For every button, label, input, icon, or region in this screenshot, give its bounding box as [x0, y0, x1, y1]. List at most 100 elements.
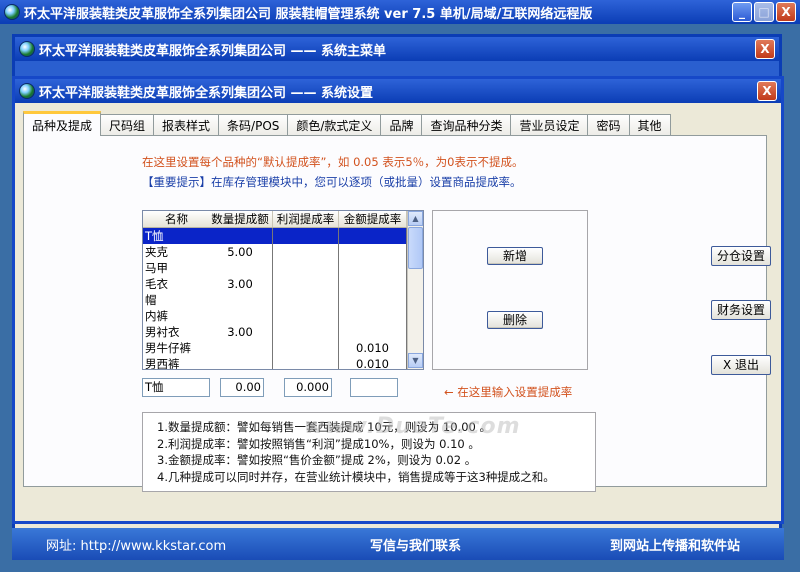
website-link[interactable]: 网址: http://www.kkstar.com: [46, 535, 226, 554]
menu-window-title: 环太平洋服装鞋类皮革服饰全系列集团公司 —— 系统主菜单: [39, 43, 387, 59]
edit-amount-field[interactable]: [350, 378, 398, 397]
hint-text: 在这里设置每个品种的“默认提成率”，如 0.05 表示5％，为0表示不提成。 【…: [142, 152, 523, 192]
dialog-title: 环太平洋服装鞋类皮革服饰全系列集团公司 —— 系统设置: [39, 85, 374, 101]
settings-dialog: 环太平洋服装鞋类皮革服饰全系列集团公司 —— 系统设置 X 品种及提成 尺码组 …: [12, 76, 784, 524]
warehouse-settings-button[interactable]: 分仓设置: [711, 246, 771, 266]
globe-icon: [4, 4, 20, 20]
settings-tabs: 品种及提成 尺码组 报表样式 条码/POS 颜色/款式定义 品牌 查询品种分类 …: [23, 111, 671, 136]
table-cell[interactable]: [208, 308, 273, 324]
hint-line-2: 【重要提示】在库存管理模块中，您可以逐项（或批量）设置商品提成率。: [142, 175, 522, 189]
scroll-down-arrow-icon[interactable]: ▼: [408, 353, 423, 368]
note-line: 3.金额提成率：譬如按照“售价金额”提成 2%，则设为 0.02 。: [157, 453, 477, 467]
delete-button[interactable]: 删除: [487, 311, 543, 329]
table-cell[interactable]: [208, 260, 273, 276]
globe-icon: [19, 83, 35, 99]
table-cell[interactable]: [273, 228, 339, 244]
main-close-button[interactable]: X: [776, 2, 796, 22]
table-row[interactable]: 内裤: [143, 308, 423, 324]
table-cell[interactable]: 0.010: [339, 356, 407, 369]
table-cell[interactable]: 毛衣: [143, 276, 208, 292]
input-tip: ← 在这里输入设置提成率: [444, 385, 573, 399]
main-window-title: 环太平洋服装鞋类皮革服饰全系列集团公司 服装鞋帽管理系统 ver 7.5 单机/…: [24, 6, 593, 22]
table-cell[interactable]: 夹克: [143, 244, 208, 260]
table-row[interactable]: 男西裤 0.010: [143, 356, 423, 369]
table-row[interactable]: T恤: [143, 228, 423, 244]
table-cell[interactable]: 男牛仔裤: [143, 340, 208, 356]
grid-body: T恤 夹克 5.00 马甲 毛衣 3.00 帽内裤 男衬衣 3.00 男牛仔裤 0.010 男西裤 0.…: [143, 228, 423, 369]
col-header-qty[interactable]: 数量提成额: [208, 211, 273, 227]
table-cell[interactable]: [339, 244, 407, 260]
table-cell[interactable]: 马甲: [143, 260, 208, 276]
col-header-name[interactable]: 名称: [143, 211, 208, 227]
add-button[interactable]: 新增: [487, 247, 543, 265]
col-header-profit[interactable]: 利润提成率: [273, 211, 339, 227]
note-line: 4.几种提成可以同时并存，在营业统计模块中，销售提成等于这3种提成之和。: [157, 469, 555, 484]
table-cell[interactable]: [208, 228, 273, 244]
table-cell[interactable]: [208, 356, 273, 369]
col-header-amount[interactable]: 金额提成率: [339, 211, 407, 227]
table-row[interactable]: 马甲: [143, 260, 423, 276]
finance-settings-button[interactable]: 财务设置: [711, 300, 771, 320]
tab-variety-commission[interactable]: 品种及提成: [23, 111, 102, 136]
website-goto-link[interactable]: 到网站上传播和软件站: [610, 535, 740, 554]
table-row[interactable]: 毛衣 3.00: [143, 276, 423, 292]
table-cell[interactable]: [273, 260, 339, 276]
scroll-up-arrow-icon[interactable]: ▲: [408, 211, 423, 226]
exit-button[interactable]: X 退出: [711, 355, 771, 375]
table-cell[interactable]: 5.00: [208, 244, 273, 260]
contact-link[interactable]: 写信与我们联系: [370, 535, 461, 554]
table-cell[interactable]: [339, 308, 407, 324]
table-cell[interactable]: 男西裤: [143, 356, 208, 369]
main-title-bar: 环太平洋服装鞋类皮革服饰全系列集团公司 服装鞋帽管理系统 ver 7.5 单机/…: [0, 0, 800, 24]
table-cell[interactable]: 3.00: [208, 276, 273, 292]
tab-query-category[interactable]: 查询品种分类: [421, 114, 512, 136]
table-cell[interactable]: 3.00: [208, 324, 273, 340]
tab-report-style[interactable]: 报表样式: [153, 114, 220, 136]
tab-salesperson[interactable]: 营业员设定: [510, 114, 589, 136]
table-cell[interactable]: [273, 340, 339, 356]
minimize-button[interactable]: _: [732, 2, 752, 22]
table-row[interactable]: 夹克 5.00: [143, 244, 423, 260]
tab-brand[interactable]: 品牌: [380, 114, 423, 136]
table-cell[interactable]: [339, 228, 407, 244]
table-row[interactable]: 男衬衣 3.00: [143, 324, 423, 340]
table-cell[interactable]: [273, 292, 339, 308]
grid-header: 名称 数量提成额 利润提成率 金额提成率: [143, 211, 423, 228]
menu-title-bar: 环太平洋服装鞋类皮革服饰全系列集团公司 —— 系统主菜单 X: [15, 37, 779, 61]
edit-qty-field[interactable]: 0.00: [220, 378, 264, 397]
dialog-close-button[interactable]: X: [757, 81, 777, 101]
hint-line-1: 在这里设置每个品种的“默认提成率”，如 0.05 表示5％，为0表示不提成。: [142, 155, 524, 169]
globe-icon: [19, 41, 35, 57]
tab-barcode-pos[interactable]: 条码/POS: [218, 114, 289, 136]
maximize-button[interactable]: □: [754, 2, 774, 22]
table-cell[interactable]: [273, 308, 339, 324]
table-cell[interactable]: [208, 340, 273, 356]
menu-close-button[interactable]: X: [755, 39, 775, 59]
tab-other[interactable]: 其他: [628, 114, 671, 136]
table-cell[interactable]: 帽: [143, 292, 208, 308]
table-row[interactable]: 男牛仔裤 0.010: [143, 340, 423, 356]
table-cell[interactable]: [339, 292, 407, 308]
tab-size-group[interactable]: 尺码组: [100, 114, 155, 136]
edit-profit-field[interactable]: 0.000: [284, 378, 332, 397]
table-cell[interactable]: [273, 324, 339, 340]
edit-name-field[interactable]: T恤: [142, 378, 210, 397]
table-cell[interactable]: T恤: [143, 228, 208, 244]
table-row[interactable]: 帽: [143, 292, 423, 308]
table-cell[interactable]: [339, 276, 407, 292]
tab-password[interactable]: 密码: [587, 114, 630, 136]
table-cell[interactable]: [273, 276, 339, 292]
table-cell[interactable]: [273, 356, 339, 369]
table-cell[interactable]: [273, 244, 339, 260]
grid-scrollbar[interactable]: ▲ ▼: [407, 211, 423, 369]
table-cell[interactable]: 男衬衣: [143, 324, 208, 340]
table-cell[interactable]: 内裤: [143, 308, 208, 324]
commission-grid[interactable]: 名称 数量提成额 利润提成率 金额提成率 T恤 夹克 5.00 马甲 毛衣 3.00 帽内裤…: [142, 210, 424, 370]
scroll-thumb[interactable]: [408, 227, 423, 269]
table-cell[interactable]: [208, 292, 273, 308]
table-cell[interactable]: [339, 260, 407, 276]
action-box: 新增 删除: [432, 210, 588, 370]
table-cell[interactable]: 0.010: [339, 340, 407, 356]
table-cell[interactable]: [339, 324, 407, 340]
tab-color-style[interactable]: 颜色/款式定义: [287, 114, 382, 136]
